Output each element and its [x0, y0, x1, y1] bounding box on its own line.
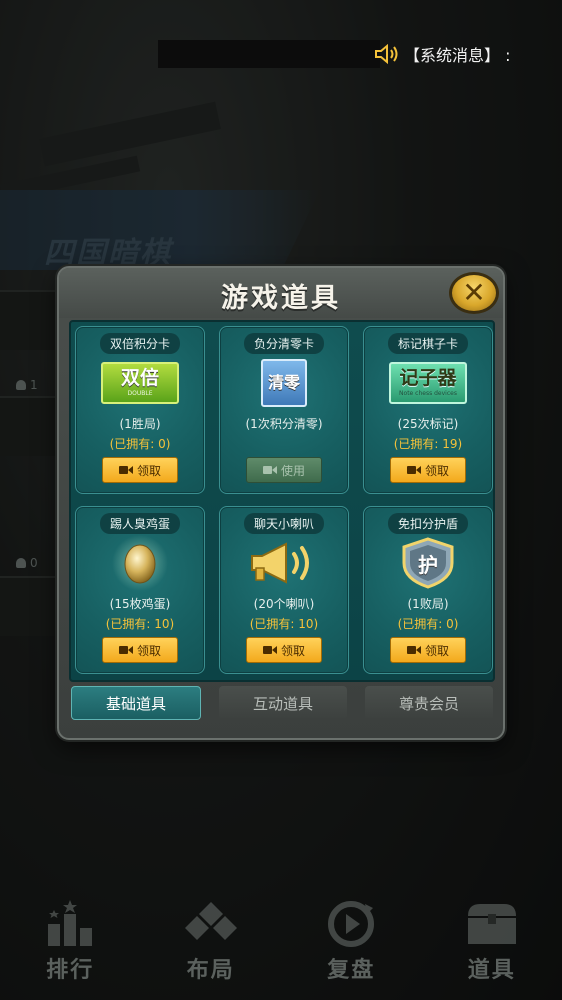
megaphone-icon [220, 537, 348, 589]
double-card-art-subtext: DOUBLE [127, 390, 153, 397]
props-tabs: 基础道具 互动道具 尊贵会员 [71, 686, 493, 722]
prop-title: 免扣分护盾 [387, 513, 468, 534]
video-icon [262, 465, 277, 475]
prop-card-mark-pieces: 标记棋子卡 记子器 Note chess devices (25次标记) (已拥… [363, 326, 493, 494]
dialog-title: 游戏道具 [221, 283, 341, 314]
system-notice-label: 【系统消息】 : [404, 46, 511, 65]
prop-title: 标记棋子卡 [387, 333, 468, 354]
prop-card-shield: 免扣分护盾 护 (1败局) (已拥有: 0) 领取 [363, 506, 493, 674]
double-card-art-text: 双倍 [120, 367, 159, 389]
egg-icon [76, 535, 204, 591]
prop-card-double-points: 双倍积分卡 双倍 DOUBLE (1胜局) (已拥有: 0) 领取 [75, 326, 205, 494]
close-button[interactable]: ✕ [449, 272, 499, 314]
claim-button-label: 领取 [280, 643, 305, 658]
mark-card-art-subtext: Note chess devices [399, 390, 457, 397]
claim-button-label: 领取 [424, 463, 449, 478]
layout-icon [183, 898, 239, 950]
claim-button[interactable]: 领取 [390, 637, 466, 663]
video-icon [118, 645, 133, 655]
tab-basic-props[interactable]: 基础道具 [71, 686, 201, 720]
claim-button-label: 领取 [136, 643, 161, 658]
prop-card-rotten-egg: 踢人臭鸡蛋 (15枚鸡蛋) (已拥有: 10) 领取 [75, 506, 205, 674]
close-icon: ✕ [462, 276, 486, 309]
prop-title: 聊天小喇叭 [243, 513, 324, 534]
prop-owned-count: (已拥有: 10) [105, 617, 175, 631]
shield-art-text: 护 [418, 553, 438, 577]
notice-scroll-area [158, 40, 380, 68]
props-grid: 双倍积分卡 双倍 DOUBLE (1胜局) (已拥有: 0) 领取 负分清零卡 … [69, 320, 495, 682]
prop-title: 踢人臭鸡蛋 [99, 513, 180, 534]
system-notice: 【系统消息】 : [374, 42, 510, 66]
double-card-icon: 双倍 DOUBLE [101, 362, 179, 404]
ranking-icon [42, 898, 98, 950]
clear-card-art-text: 清零 [267, 373, 300, 392]
prop-description: (25次标记) [397, 417, 459, 431]
tab-interactive-props[interactable]: 互动道具 [219, 686, 347, 720]
prop-description: (1次积分清零) [245, 417, 323, 431]
prop-card-clear-negative: 负分清零卡 清零 (1次积分清零) 使用 [219, 326, 349, 494]
nav-replay[interactable]: 复盘 [301, 898, 401, 984]
video-icon [406, 465, 421, 475]
claim-button[interactable]: 领取 [390, 457, 466, 483]
tab-vip-member[interactable]: 尊贵会员 [365, 686, 493, 720]
prop-title: 双倍积分卡 [99, 333, 180, 354]
use-button[interactable]: 使用 [246, 457, 322, 483]
video-icon [118, 465, 133, 475]
video-icon [262, 645, 277, 655]
nav-layout[interactable]: 布局 [161, 898, 261, 984]
mark-card-art-text: 记子器 [399, 367, 457, 389]
prop-card-chat-horn: 聊天小喇叭 (20个喇叭) (已拥有: 10) 领取 [219, 506, 349, 674]
speaker-icon [374, 43, 400, 65]
nav-ranking[interactable]: 排行 [20, 898, 120, 984]
prop-owned-count: (已拥有: 0) [397, 617, 459, 631]
use-button-label: 使用 [280, 463, 305, 478]
claim-button-label: 领取 [424, 643, 449, 658]
video-icon [406, 645, 421, 655]
prop-owned-count: (已拥有: 19) [393, 437, 463, 451]
replay-icon [323, 898, 379, 950]
shield-icon: 护 [364, 537, 492, 589]
prop-owned-count: (已拥有: 10) [249, 617, 319, 631]
claim-button-label: 领取 [136, 463, 161, 478]
nav-props-label: 道具 [467, 958, 516, 983]
claim-button[interactable]: 领取 [102, 637, 178, 663]
props-chest-icon [464, 898, 520, 950]
clear-card-icon: 清零 [261, 359, 307, 407]
nav-replay-label: 复盘 [327, 958, 376, 983]
claim-button[interactable]: 领取 [102, 457, 178, 483]
nav-props[interactable]: 道具 [442, 898, 542, 984]
claim-button[interactable]: 领取 [246, 637, 322, 663]
nav-ranking-label: 排行 [46, 958, 95, 983]
prop-description: (15枚鸡蛋) [109, 597, 171, 611]
prop-description: (20个喇叭) [253, 597, 315, 611]
prop-description: (1胜局) [119, 417, 161, 431]
mark-card-icon: 记子器 Note chess devices [389, 362, 467, 404]
prop-owned-count: (已拥有: 0) [109, 437, 171, 451]
bottom-navigation: 排行 布局 复盘 道具 [0, 888, 562, 1000]
nav-layout-label: 布局 [186, 958, 235, 983]
prop-title: 负分清零卡 [243, 333, 324, 354]
game-props-dialog: 游戏道具 ✕ 双倍积分卡 双倍 DOUBLE (1胜局) (已拥有: 0) 领取… [57, 266, 505, 740]
prop-description: (1败局) [407, 597, 449, 611]
